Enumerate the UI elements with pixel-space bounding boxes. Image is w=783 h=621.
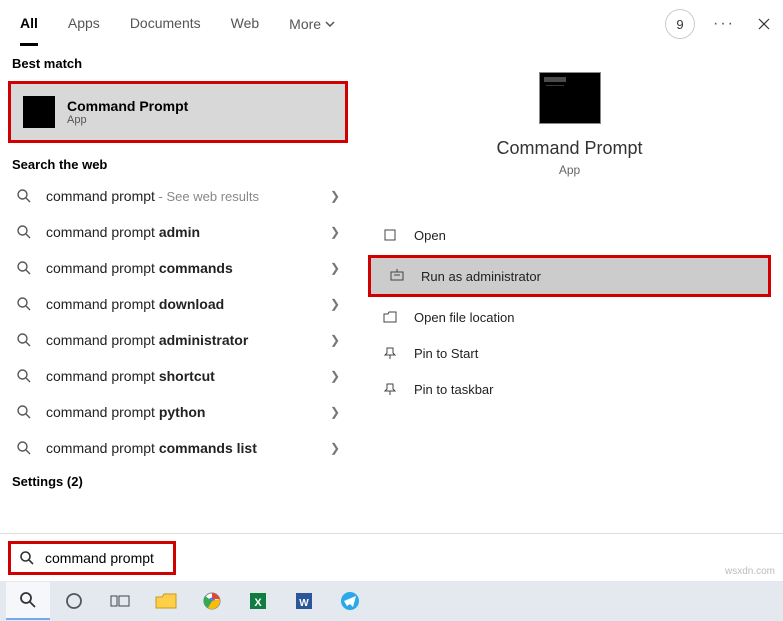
web-result-label: command prompt download: [46, 296, 316, 312]
close-button[interactable]: [753, 13, 775, 35]
web-result-label: command prompt commands list: [46, 440, 316, 456]
web-result-label: command prompt python: [46, 404, 316, 420]
search-icon: [16, 260, 32, 276]
web-result-label: command prompt shortcut: [46, 368, 316, 384]
taskbar-taskview-button[interactable]: [98, 582, 142, 620]
chevron-right-icon: ❯: [330, 333, 340, 347]
taskbar-word-icon[interactable]: W: [282, 582, 326, 620]
taskbar-file-explorer-icon[interactable]: [144, 582, 188, 620]
preview-subtitle: App: [364, 163, 775, 177]
web-result-label: command prompt commands: [46, 260, 316, 276]
open-icon: [382, 227, 398, 243]
taskbar: X W: [0, 581, 783, 621]
pin-icon: [382, 345, 398, 361]
folder-icon: [382, 309, 398, 325]
search-icon: [16, 296, 32, 312]
search-icon: [16, 224, 32, 240]
action-open[interactable]: Open: [364, 217, 775, 253]
search-icon: [16, 440, 32, 456]
taskbar-telegram-icon[interactable]: [328, 582, 372, 620]
chevron-down-icon: [325, 21, 335, 27]
web-result[interactable]: command prompt download ❯: [0, 286, 356, 322]
search-web-header: Search the web: [0, 149, 356, 178]
shield-icon: [389, 268, 405, 284]
chevron-right-icon: ❯: [330, 441, 340, 455]
search-icon: [16, 404, 32, 420]
watermark: wsxdn.com: [725, 566, 775, 577]
best-match-result[interactable]: Command Prompt App: [8, 81, 348, 143]
web-result-label: command prompt administrator: [46, 332, 316, 348]
best-match-header: Best match: [0, 48, 356, 77]
top-tabs: All Apps Documents Web More 9 ···: [0, 0, 783, 48]
search-icon: [19, 550, 35, 566]
taskbar-search-button[interactable]: [6, 582, 50, 620]
more-options-button[interactable]: ···: [713, 15, 735, 33]
search-input[interactable]: [45, 550, 165, 566]
chevron-right-icon: ❯: [330, 189, 340, 203]
search-icon: [16, 332, 32, 348]
web-result-label: command prompt admin: [46, 224, 316, 240]
preview-panel: Command Prompt App Open Run as administr…: [356, 48, 783, 533]
svg-text:W: W: [299, 598, 309, 609]
search-icon: [16, 188, 32, 204]
web-result[interactable]: command prompt - See web results ❯: [0, 178, 356, 214]
web-result-label: command prompt - See web results: [46, 188, 316, 204]
chevron-right-icon: ❯: [330, 225, 340, 239]
svg-text:X: X: [254, 597, 262, 609]
tab-all[interactable]: All: [20, 3, 38, 46]
settings-header[interactable]: Settings (2): [0, 466, 356, 495]
chevron-right-icon: ❯: [330, 405, 340, 419]
taskbar-chrome-icon[interactable]: [190, 582, 234, 620]
pin-icon: [382, 381, 398, 397]
rewards-badge[interactable]: 9: [665, 9, 695, 39]
tab-web[interactable]: Web: [231, 3, 260, 46]
web-result[interactable]: command prompt admin ❯: [0, 214, 356, 250]
web-result[interactable]: command prompt python ❯: [0, 394, 356, 430]
web-result[interactable]: command prompt commands ❯: [0, 250, 356, 286]
action-pin-to-taskbar[interactable]: Pin to taskbar: [364, 371, 775, 407]
preview-title: Command Prompt: [364, 138, 775, 159]
app-preview-icon: [539, 72, 601, 124]
web-result[interactable]: command prompt commands list ❯: [0, 430, 356, 466]
search-bar: [0, 533, 783, 581]
chevron-right-icon: ❯: [330, 261, 340, 275]
chevron-right-icon: ❯: [330, 297, 340, 311]
web-result[interactable]: command prompt administrator ❯: [0, 322, 356, 358]
action-pin-to-start[interactable]: Pin to Start: [364, 335, 775, 371]
command-prompt-icon: [23, 96, 55, 128]
chevron-right-icon: ❯: [330, 369, 340, 383]
tab-documents[interactable]: Documents: [130, 3, 201, 46]
best-match-subtitle: App: [67, 114, 188, 126]
tab-more[interactable]: More: [289, 3, 335, 46]
web-result[interactable]: command prompt shortcut ❯: [0, 358, 356, 394]
taskbar-cortana-button[interactable]: [52, 582, 96, 620]
action-run-as-administrator[interactable]: Run as administrator: [368, 255, 771, 297]
action-open-file-location[interactable]: Open file location: [364, 299, 775, 335]
tab-apps[interactable]: Apps: [68, 3, 100, 46]
search-icon: [16, 368, 32, 384]
taskbar-excel-icon[interactable]: X: [236, 582, 280, 620]
best-match-title: Command Prompt: [67, 98, 188, 114]
results-panel: Best match Command Prompt App Search the…: [0, 48, 356, 533]
